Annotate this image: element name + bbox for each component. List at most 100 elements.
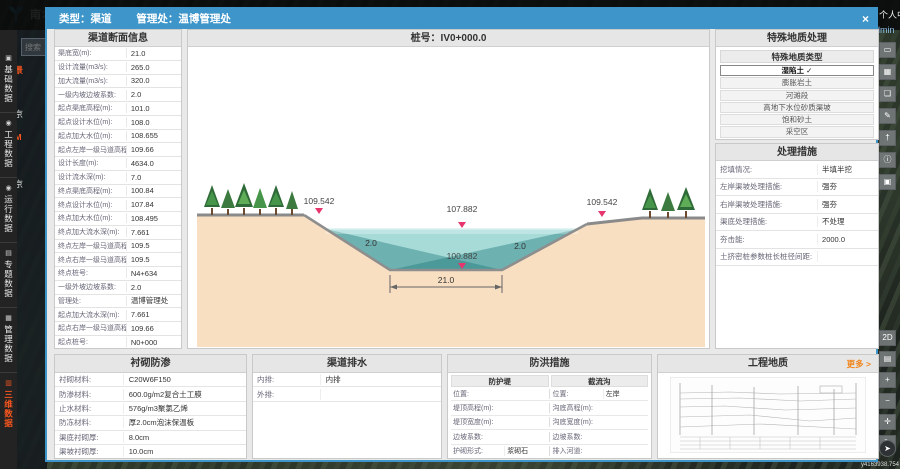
ditch-row-label: 沟底高程(m):	[549, 403, 602, 413]
dike-row-value: 浆砌石	[504, 446, 549, 456]
sidebar-nav-item[interactable]: ◉ 工程数据	[0, 112, 17, 177]
row-label: 终点加大流水深(m):	[55, 227, 127, 237]
right-bank-marker-icon	[598, 211, 606, 217]
dike-row-label: 边坡系数:	[451, 432, 504, 442]
table-row: 终点左岸一级马道高程(m): 109.5	[55, 240, 181, 254]
nav-item-icon: ▣	[5, 55, 12, 63]
map-control-button[interactable]: ▤	[879, 351, 896, 367]
geology-type-option[interactable]: 采空区 ✓	[720, 126, 874, 137]
table-row: 护砌形式: 浆砌石 排入河道:	[451, 445, 648, 459]
row-label: 起点加大水位(m):	[55, 131, 127, 141]
geology-type-option[interactable]: 河滩段 ✓	[720, 90, 874, 101]
row-value: 强夯	[818, 181, 878, 192]
locate-button[interactable]: ➤	[879, 440, 896, 457]
row-value: 108.0	[127, 118, 181, 127]
table-row: 终点设计水位(m): 107.84	[55, 198, 181, 212]
map-tool-button[interactable]: ✎	[879, 108, 896, 124]
option-label: 高地下水位砂质渠坡	[763, 103, 831, 112]
row-label: 起点桩号:	[55, 337, 127, 347]
row-value: N4+634	[127, 269, 181, 278]
table-row: 防冻材料: 厚2.0cm泡沫保温板	[55, 416, 246, 430]
row-label: 终点渠底高程(m):	[55, 186, 127, 196]
table-row: 左岸渠坡处理措施: 强夯	[716, 179, 878, 197]
section-info-table: 渠底宽(m): 21.0 设计流量(m3/s): 265.0 加大流量(m3/s…	[55, 47, 181, 349]
row-label: 右岸渠坡处理措施:	[716, 199, 818, 210]
dike-row-label: 护砌形式:	[451, 446, 504, 456]
row-value: 半填半挖	[818, 164, 878, 175]
row-value: 108.495	[127, 214, 181, 223]
map-tool-button[interactable]: ▭	[879, 42, 896, 58]
row-value: 厚2.0cm泡沫保温板	[124, 417, 246, 428]
table-row: 终点加大水位(m): 108.495	[55, 212, 181, 226]
geology-drawing-container[interactable]	[658, 373, 878, 457]
table-row: 渠坡衬砌厚: 10.0cm	[55, 445, 246, 459]
sidebar-nav-item[interactable]: ◉ 运行数据	[0, 177, 17, 242]
row-label: 起点加大流水深(m):	[55, 310, 127, 320]
water-level-label: 107.882	[447, 204, 478, 214]
geology-type-option[interactable]: 湿陷土 ✓	[720, 65, 874, 76]
table-row: 终点右岸一级马道高程(m): 109.5	[55, 253, 181, 267]
water-level-marker-icon	[458, 222, 466, 228]
row-label: 一级内坡边坡系数:	[55, 90, 127, 100]
map-control-button[interactable]: +	[879, 372, 896, 388]
row-value: 100.84	[127, 186, 181, 195]
row-label: 终点左岸一级马道高程(m):	[55, 241, 127, 251]
map-tool-button[interactable]: ⓘ	[879, 152, 896, 168]
more-link[interactable]: 更多 >	[847, 355, 871, 373]
personal-center-link[interactable]: 个人中心	[879, 8, 900, 21]
table-row: 渠底处理措施: 不处理	[716, 214, 878, 232]
row-label: 渠底宽(m):	[55, 48, 127, 58]
table-row: 终点桩号: N4+634	[55, 267, 181, 281]
map-tool-button[interactable]: ▦	[879, 64, 896, 80]
map-tool-button[interactable]: ❏	[879, 86, 896, 102]
row-label: 防渗材料:	[55, 389, 124, 400]
row-label: 渠底处理措施:	[716, 216, 818, 227]
table-row: 夯击能: 2000.0	[716, 231, 878, 249]
row-value: 2000.0	[818, 235, 878, 244]
map-control-button[interactable]: −	[879, 393, 896, 409]
geology-type-option[interactable]: 膨胀岩土 ✓	[720, 77, 874, 88]
row-value: 2.0	[127, 283, 181, 292]
table-row: 起点桩号: N0+000	[55, 336, 181, 349]
sidebar-nav-item[interactable]: ▤ 专题数据	[0, 242, 17, 307]
treatment-measures-title: 处理措施	[716, 144, 878, 161]
map-control-button[interactable]: ✛	[879, 414, 896, 430]
sidebar-nav-item[interactable]: ▣ 基础数据	[0, 48, 17, 112]
lining-title: 衬砌防渗	[55, 355, 246, 373]
row-label: 左岸渠坡处理措施:	[716, 181, 818, 192]
map-tool-button[interactable]: †	[879, 130, 896, 146]
map-tool-button[interactable]: ▣	[879, 174, 896, 190]
section-info-panel: 渠道断面信息 渠底宽(m): 21.0 设计流量(m3/s): 265.0 加大…	[54, 29, 182, 349]
table-row: 设计流水深(m): 7.0	[55, 171, 181, 185]
row-label: 外排:	[253, 389, 321, 400]
table-row: 起点设计水位(m): 108.0	[55, 116, 181, 130]
row-value: 109.66	[127, 324, 181, 333]
row-value: 8.0cm	[124, 433, 246, 442]
modal-title-office: 管理处：温博管理处	[136, 13, 231, 25]
row-value: 7.0	[127, 173, 181, 182]
geology-type-options: 湿陷土 ✓ 膨胀岩土 ✓ 河滩段 ✓ 高地下水位砂质渠坡 ✓ 饱和砂土 ✓ 采空…	[720, 65, 874, 138]
engineering-geology-title: 工程地质 更多 >	[658, 355, 878, 373]
table-row: 一级外坡边坡系数: 2.0	[55, 281, 181, 295]
table-row: 加大流量(m3/s): 320.0	[55, 75, 181, 89]
row-label: 管理处:	[55, 296, 127, 306]
flood-table: 位置: 位置: 左岸 堤顶高程(m): 沟底高程(m): 堤顶宽度(m): 沟底…	[448, 387, 651, 459]
flood-control-title: 防洪措施	[448, 355, 651, 373]
close-icon[interactable]: ×	[862, 9, 869, 29]
sidebar-nav-item[interactable]: ▥ 三维数据	[0, 372, 17, 437]
sidebar-nav-item[interactable]: ▦ 管理数据	[0, 307, 17, 372]
left-bank-elevation: 109.542	[304, 196, 335, 206]
geology-type-option[interactable]: 饱和砂土 ✓	[720, 114, 874, 125]
row-value: 10.0cm	[124, 447, 246, 456]
map-control-button[interactable]: 2D	[879, 330, 896, 346]
table-row: 衬砌材料: C20W6F150	[55, 373, 246, 387]
geology-type-option[interactable]: 高地下水位砂质渠坡 ✓	[720, 102, 874, 113]
cross-section-panel: 桩号：IV0+000.0	[187, 29, 710, 349]
table-row: 起点加大水位(m): 108.655	[55, 130, 181, 144]
flood-control-panel: 防洪措施 防护堤 截流沟 位置: 位置: 左岸 堤顶高程(m): 沟底高程(m)…	[447, 354, 652, 459]
table-row: 起点渠底高程(m): 101.0	[55, 102, 181, 116]
row-value: 不处理	[818, 216, 878, 227]
row-value: 600.0g/m2复合土工膜	[124, 389, 246, 400]
table-row: 管理处: 温博管理处	[55, 295, 181, 309]
table-row: 渠底宽(m): 21.0	[55, 47, 181, 61]
